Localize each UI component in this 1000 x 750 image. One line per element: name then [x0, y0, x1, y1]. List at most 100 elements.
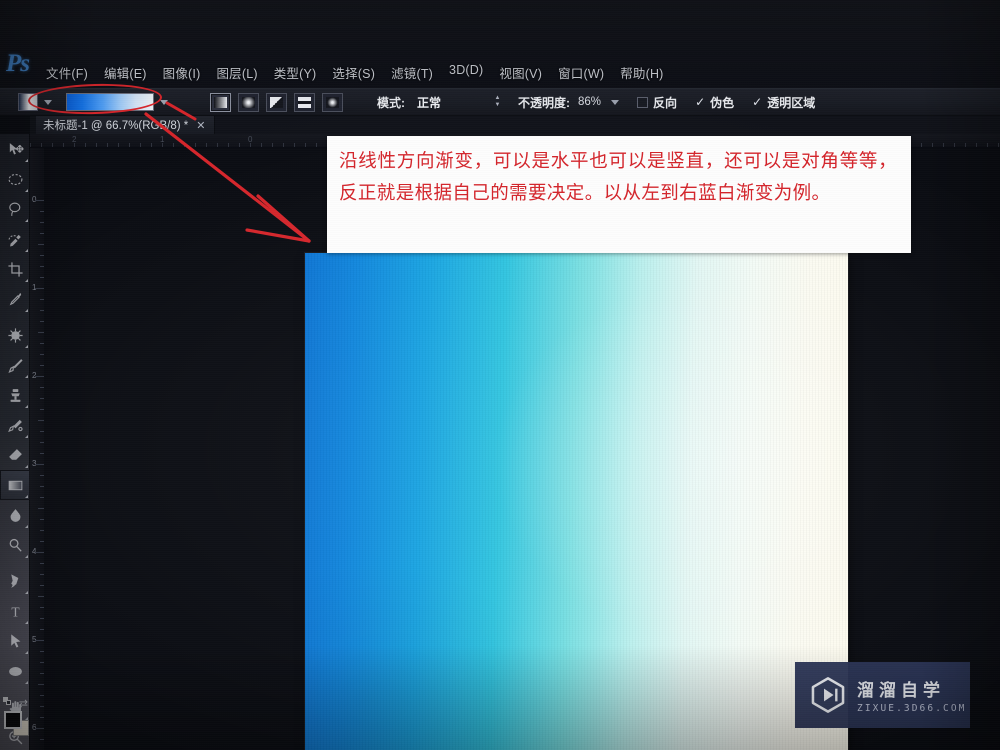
angle-gradient-button[interactable]: [266, 92, 287, 112]
annotation-textbox: 沿线性方向渐变，可以是水平也可以是竖直，还可以是对角等等，反正就是根据自己的需要…: [327, 136, 911, 253]
document-tab-bar: 未标题-1 @ 66.7%(RGB/8) * ✕: [30, 116, 1000, 134]
radial-gradient-button[interactable]: [238, 92, 259, 112]
ruler-tick: [943, 143, 944, 147]
menu-item-help[interactable]: 帮助(H): [612, 61, 671, 84]
pen-tool[interactable]: [0, 566, 30, 596]
ruler-tick: [272, 143, 273, 147]
photoshop-logo: Ps: [6, 50, 30, 77]
ruler-tick: [184, 143, 185, 147]
horizontal-type-tool[interactable]: T: [0, 596, 30, 626]
menu-item-filter[interactable]: 滤镜(T): [383, 61, 441, 84]
ruler-tick: [217, 143, 218, 147]
tool-flyout-corner-icon: [25, 189, 28, 192]
ruler-tick: [195, 143, 196, 147]
history-brush-tool[interactable]: [0, 410, 30, 440]
reverse-checkbox[interactable]: 反向: [637, 94, 677, 111]
transparency-checkbox[interactable]: ✓ 透明区域: [752, 94, 815, 111]
blend-mode-label: 模式:: [377, 95, 405, 110]
lasso-tool[interactable]: [0, 194, 30, 224]
menu-item-file[interactable]: 文件(F): [38, 61, 96, 84]
tool-flyout-corner-icon: [25, 405, 28, 408]
menu-item-view[interactable]: 视图(V): [491, 61, 550, 84]
play-logo-icon: [811, 677, 845, 713]
tools-panel: T ⇄: [0, 134, 30, 750]
ruler-tick: [35, 728, 44, 729]
ruler-tick: [965, 143, 966, 147]
default-colors-icon[interactable]: [3, 697, 12, 706]
check-icon: ✓: [752, 95, 763, 109]
tool-flyout-corner-icon: [25, 249, 28, 252]
ruler-tick: [52, 143, 53, 147]
ruler-tick: [294, 143, 295, 147]
foreground-color-swatch[interactable]: [4, 711, 22, 729]
tool-flyout-corner-icon: [25, 591, 28, 594]
document-tab-title: 未标题-1 @ 66.7%(RGB/8) *: [43, 120, 189, 132]
color-swatches[interactable]: ⇄: [3, 697, 29, 744]
dither-checkbox[interactable]: ✓ 伪色: [695, 94, 734, 111]
reflected-gradient-button[interactable]: [294, 92, 315, 112]
ruler-tick: [250, 143, 251, 147]
menu-item-layer[interactable]: 图层(L): [208, 61, 265, 84]
spot-healing-brush-tool[interactable]: [0, 320, 30, 350]
ruler-tick: [41, 143, 42, 147]
opacity-label: 不透明度:: [518, 95, 571, 110]
close-icon[interactable]: ✕: [196, 119, 205, 132]
quick-selection-tool[interactable]: [0, 224, 30, 254]
rectangular-marquee-tool[interactable]: [0, 164, 30, 194]
watermark: 溜溜自学 ZIXUE.3D66.COM: [795, 662, 970, 728]
tool-flyout-corner-icon: [25, 495, 28, 498]
diamond-gradient-button[interactable]: [322, 92, 343, 112]
eraser-tool[interactable]: [0, 440, 30, 470]
reverse-checkbox-box[interactable]: [637, 96, 649, 108]
brush-tool[interactable]: [0, 350, 30, 380]
swap-colors-icon[interactable]: ⇄: [19, 697, 28, 710]
opacity-value[interactable]: 86%: [578, 96, 601, 108]
ruler-tick: [305, 143, 306, 147]
menu-bar: Ps 文件(F) 编辑(E) 图像(I) 图层(L) 类型(Y) 选择(S) 滤…: [0, 0, 1000, 88]
gradient-canvas[interactable]: [305, 253, 848, 750]
blend-mode-value[interactable]: 正常: [417, 94, 441, 111]
document-tab[interactable]: 未标题-1 @ 66.7%(RGB/8) * ✕: [36, 116, 216, 134]
ruler-tick: [228, 143, 229, 147]
gradient-picker-chevron-down-icon[interactable]: [160, 99, 168, 105]
dodge-tool[interactable]: [0, 530, 30, 560]
menu-item-type[interactable]: 类型(Y): [266, 61, 325, 84]
ellipse-shape-tool[interactable]: [0, 656, 30, 686]
menu-item-window[interactable]: 窗口(W): [550, 61, 612, 84]
crop-tool[interactable]: [0, 254, 30, 284]
clone-stamp-tool[interactable]: [0, 380, 30, 410]
gradient-tool[interactable]: [0, 470, 30, 500]
transparency-label: 透明区域: [767, 95, 816, 110]
blend-mode-stepper[interactable]: [493, 95, 502, 109]
menu-item-3d[interactable]: 3D(D): [441, 61, 491, 84]
path-selection-tool[interactable]: [0, 626, 30, 656]
ruler-tick: [35, 288, 44, 289]
tool-flyout-corner-icon: [25, 621, 28, 624]
tool-flyout-corner-icon: [25, 555, 28, 558]
eyedropper-tool[interactable]: [0, 284, 30, 314]
tool-flyout-corner-icon: [25, 309, 28, 312]
ruler-tick: [954, 143, 955, 147]
linear-gradient-button[interactable]: [210, 92, 231, 112]
menu-item-image[interactable]: 图像(I): [155, 61, 209, 84]
tool-flyout-corner-icon: [25, 279, 28, 282]
tool-flyout-corner-icon: [25, 525, 28, 528]
ruler-tick: [239, 143, 240, 147]
ruler-tick: [206, 143, 207, 147]
vertical-ruler: 0123456: [30, 148, 44, 750]
menu-item-select[interactable]: 选择(S): [324, 61, 383, 84]
move-tool[interactable]: [0, 134, 30, 164]
ruler-tick: [63, 143, 64, 147]
ruler-tick: [162, 143, 163, 147]
menu-item-edit[interactable]: 编辑(E): [96, 61, 155, 84]
ruler-tick: [35, 640, 44, 641]
gradient-type-group: [210, 92, 343, 112]
blur-tool[interactable]: [0, 500, 30, 530]
opacity-chevron-down-icon[interactable]: [611, 99, 620, 105]
dither-label: 伪色: [710, 95, 735, 110]
tool-flyout-corner-icon: [25, 375, 28, 378]
ruler-tick: [173, 143, 174, 147]
tool-flyout-corner-icon: [25, 219, 28, 222]
ruler-tick: [316, 143, 317, 147]
watermark-text: 溜溜自学 ZIXUE.3D66.COM: [857, 676, 966, 714]
